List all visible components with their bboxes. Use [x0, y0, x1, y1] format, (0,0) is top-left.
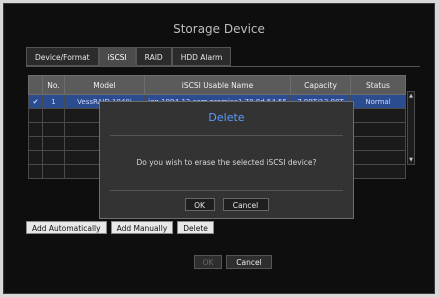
header-checkbox — [28, 75, 43, 95]
table-header-row: No. Model iSCSI Usable Name Capacity Sta… — [28, 75, 406, 95]
tab-device-format[interactable]: Device/Format — [26, 47, 99, 66]
action-buttons: Add Automatically Add Manually Delete — [26, 221, 218, 234]
table-scrollbar[interactable]: ▲ ▼ — [407, 91, 415, 165]
footer-buttons: OK Cancel — [194, 255, 276, 269]
cancel-button[interactable]: Cancel — [226, 255, 272, 269]
scroll-up-icon[interactable]: ▲ — [408, 92, 414, 100]
cell-status: Normal — [350, 94, 406, 109]
dialog-divider — [110, 190, 343, 191]
cell-no: 1 — [42, 94, 65, 109]
storage-device-window: Storage Device Device/Format iSCSI RAID … — [3, 3, 435, 294]
window-title: Storage Device — [173, 22, 265, 36]
delete-dialog: Delete Do you wish to erase the selected… — [99, 101, 354, 219]
dialog-divider — [110, 135, 343, 136]
tab-iscsi[interactable]: iSCSI — [98, 47, 136, 66]
dialog-ok-button[interactable]: OK — [184, 198, 215, 211]
header-status: Status — [350, 75, 406, 95]
scroll-down-icon[interactable]: ▼ — [408, 156, 414, 164]
tab-raid[interactable]: RAID — [135, 47, 172, 66]
add-manually-button[interactable]: Add Manually — [110, 221, 174, 234]
header-no: No. — [42, 75, 65, 95]
header-iscsi-name: iSCSI Usable Name — [144, 75, 291, 95]
add-automatically-button[interactable]: Add Automatically — [26, 221, 107, 234]
dialog-cancel-button[interactable]: Cancel — [222, 198, 269, 211]
header-capacity: Capacity — [290, 75, 351, 95]
delete-button[interactable]: Delete — [177, 221, 214, 234]
dialog-buttons: OK Cancel — [100, 198, 353, 211]
row-checkbox[interactable]: ✔ — [28, 94, 43, 109]
ok-button[interactable]: OK — [194, 255, 222, 269]
header-model: Model — [64, 75, 145, 95]
dialog-message: Do you wish to erase the selected iSCSI … — [136, 158, 317, 167]
tab-bar: Device/Format iSCSI RAID HDD Alarm — [26, 47, 232, 66]
dialog-title: Delete — [208, 111, 245, 124]
tab-hdd-alarm[interactable]: HDD Alarm — [171, 47, 232, 66]
